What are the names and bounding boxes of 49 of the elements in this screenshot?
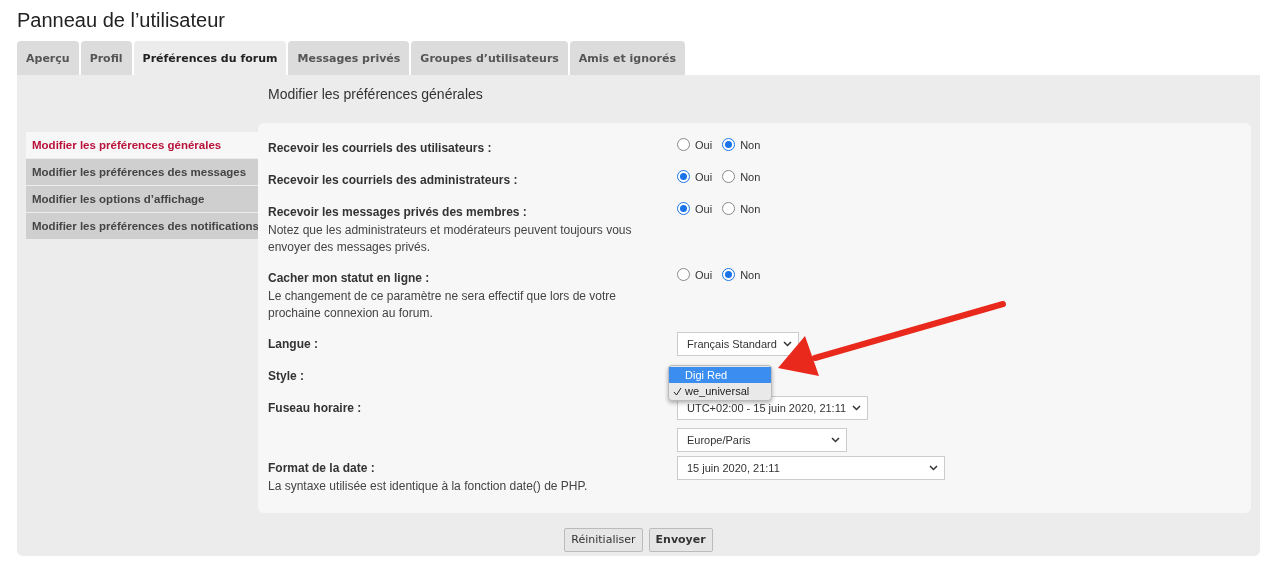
sidebar-item[interactable]: Modifier les options d’affichage — [26, 186, 258, 213]
reset-button[interactable]: Réinitialiser — [564, 527, 643, 552]
radio-button[interactable] — [677, 268, 690, 282]
radio-option[interactable]: Oui — [677, 170, 713, 184]
radio-button[interactable] — [722, 268, 736, 282]
radio-option[interactable]: Non — [722, 268, 761, 282]
radio-option[interactable]: Non — [722, 170, 761, 184]
setting-label: Style : — [268, 368, 304, 384]
tab[interactable]: Aperçu — [17, 41, 79, 75]
setting-note: Le changement de ce paramètre ne sera effectif que lors de votre prochaine connexion au forum. — [268, 288, 617, 323]
setting-label: Fuseau horaire : — [268, 400, 362, 416]
select-field[interactable]: Français Standard — [677, 332, 799, 357]
select-field[interactable]: 15 juin 2020, 21:11 — [677, 456, 945, 481]
setting-label: Recevoir les courriels des utilisateurs : — [268, 140, 492, 156]
caret-icon — [852, 405, 862, 412]
caret-icon — [929, 465, 938, 472]
sidebar-item[interactable]: Modifier les préférences générales — [26, 132, 258, 159]
radio-button[interactable] — [722, 170, 736, 184]
submit-button[interactable]: Envoyer — [648, 527, 713, 552]
radio-button[interactable] — [722, 202, 736, 216]
check-icon — [673, 386, 682, 396]
setting-label: Recevoir les messages privés des membres : — [268, 204, 527, 220]
radio-button[interactable] — [677, 170, 690, 184]
tab[interactable]: Messages privés — [288, 41, 410, 75]
caret-icon — [831, 437, 840, 444]
radio-option[interactable]: Non — [722, 202, 761, 216]
radio-button[interactable] — [677, 202, 690, 216]
setting-note: La syntaxe utilisée est identique à la fonction date() de PHP. — [268, 478, 589, 496]
radio-option[interactable]: Oui — [677, 268, 713, 282]
setting-label: Langue : — [268, 336, 318, 352]
tab[interactable]: Profil — [80, 41, 132, 75]
sidebar-item[interactable]: Modifier les préférences des messages — [26, 159, 258, 186]
setting-label: Format de la date : — [268, 460, 375, 476]
radio-button[interactable] — [677, 138, 690, 152]
caret-icon — [782, 341, 792, 348]
setting-label: Recevoir les courriels des administrateurs : — [268, 172, 518, 188]
panel-heading: Modifier les préférences générales — [267, 85, 483, 104]
tab[interactable]: Préférences du forum — [133, 41, 287, 75]
tab[interactable]: Groupes d’utilisateurs — [411, 41, 568, 75]
radio-option[interactable]: Non — [722, 138, 761, 152]
radio-button[interactable] — [722, 138, 736, 152]
radio-option[interactable]: Oui — [677, 138, 713, 152]
sidebar-item[interactable]: Modifier les préférences des notifications — [26, 213, 258, 240]
setting-note: Notez que les administrateurs et modérateurs peuvent toujours vous envoyer des messages privés. — [268, 222, 633, 257]
radio-option[interactable]: Oui — [677, 202, 713, 216]
tab[interactable]: Amis et ignorés — [569, 41, 685, 75]
select-field[interactable]: Europe/Paris — [677, 428, 847, 453]
page-title: Panneau de l’utilisateur — [16, 8, 226, 33]
setting-label: Cacher mon statut en ligne : — [268, 270, 430, 286]
